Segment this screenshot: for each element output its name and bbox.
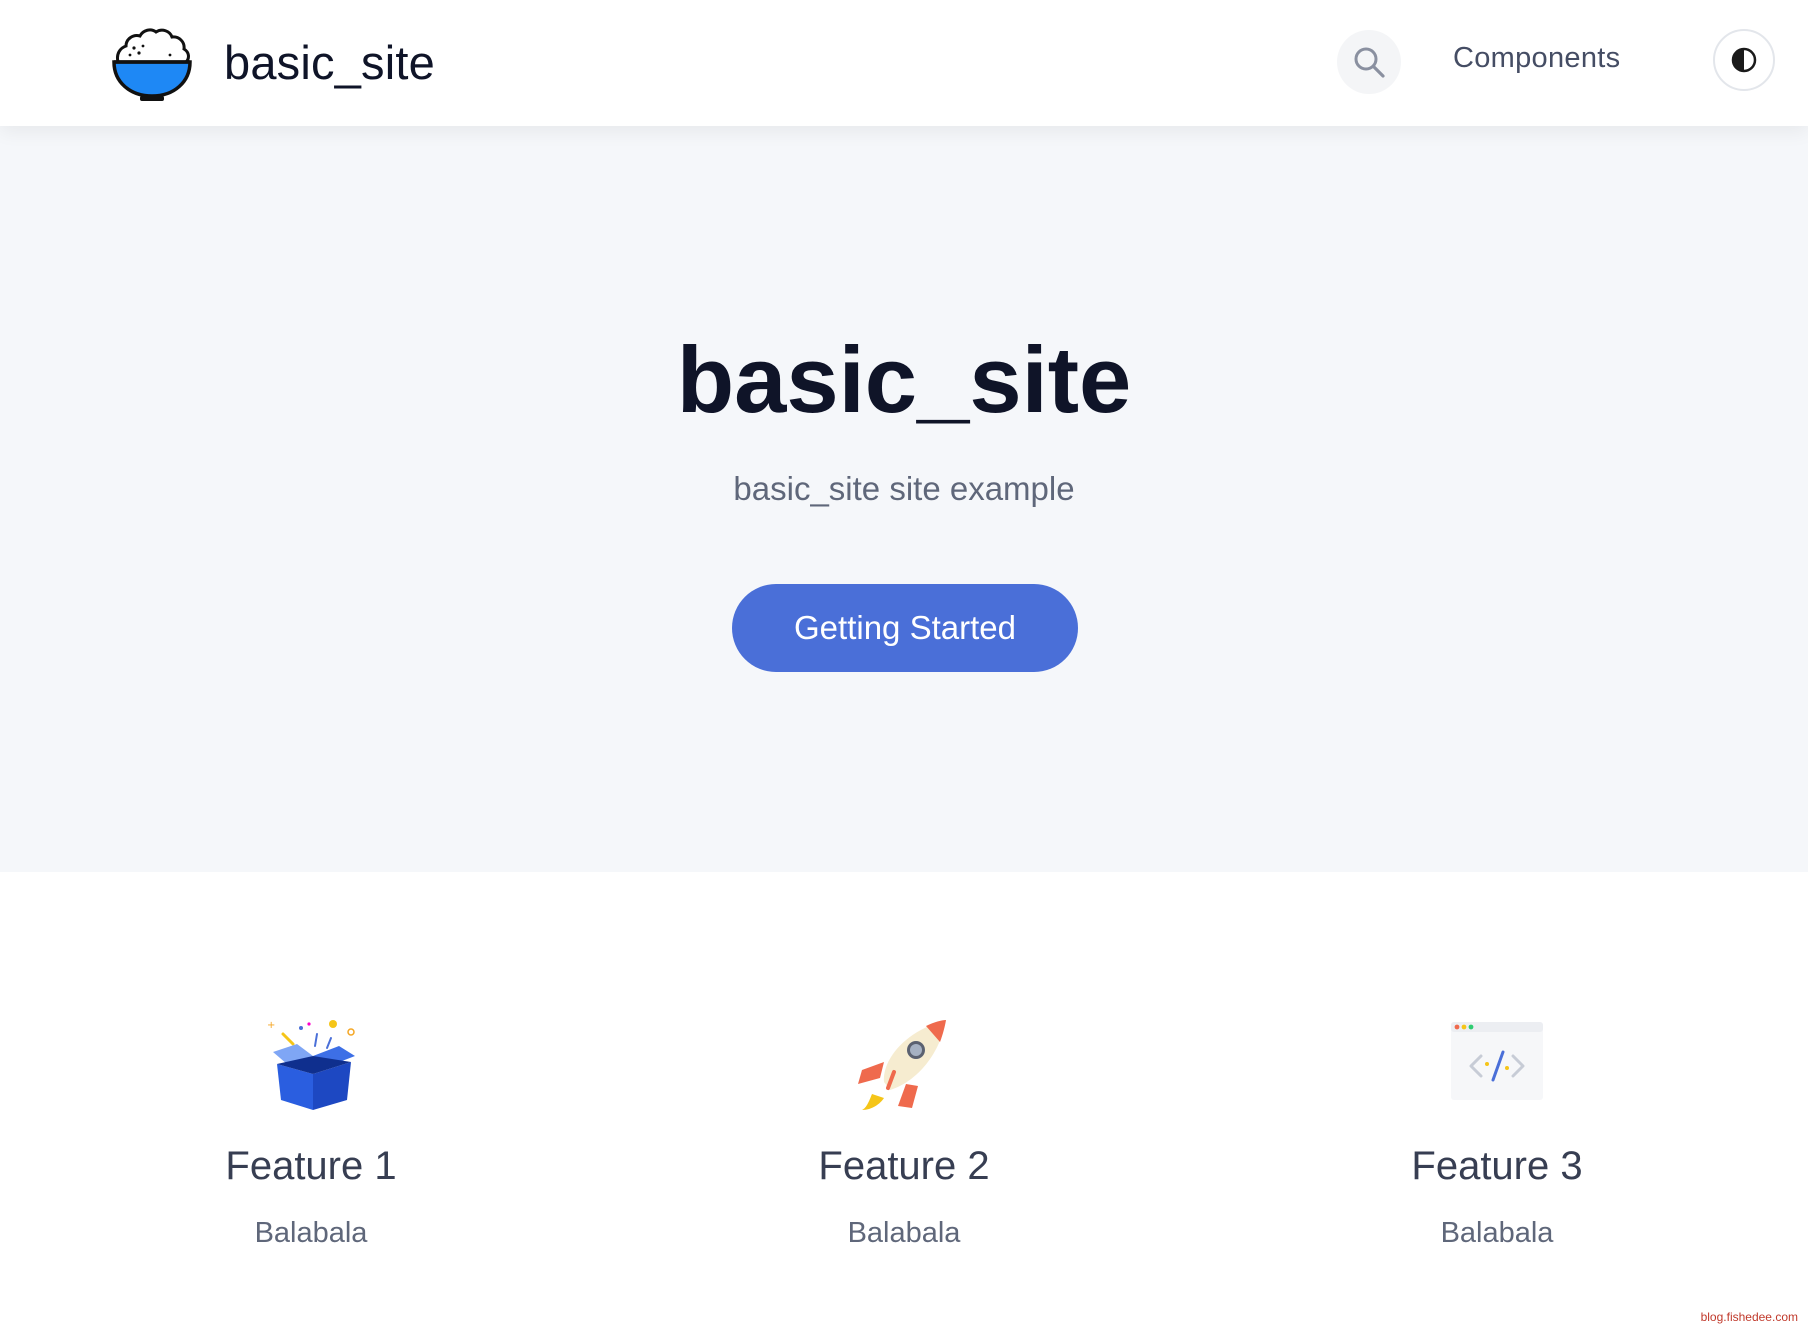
feature-description: Balabala <box>1440 1217 1554 1249</box>
nav-link-components[interactable]: Components <box>1453 42 1620 75</box>
rice-bowl-icon <box>112 28 192 101</box>
feature-title: Feature 3 <box>1411 1144 1583 1188</box>
brand-link[interactable]: basic_site <box>110 20 435 104</box>
feature-description: Balabala <box>847 1217 961 1249</box>
rocket-icon <box>858 1020 946 1110</box>
feature-description: Balabala <box>254 1217 368 1249</box>
contrast-icon <box>1731 47 1757 73</box>
svg-text:+: + <box>267 1020 275 1031</box>
search-icon <box>1354 47 1385 78</box>
feature-title: Feature 2 <box>818 1144 990 1188</box>
navbar: basic_site Components <box>0 0 1808 126</box>
search-button[interactable] <box>1337 30 1401 94</box>
theme-toggle-button[interactable] <box>1713 29 1775 91</box>
feature-card-1: + Feature 1 Balabala <box>111 1012 511 1250</box>
getting-started-button[interactable]: Getting Started <box>732 584 1078 672</box>
features-section: + Feature 1 Balabala Feature 2 Balabala … <box>0 872 1808 1334</box>
hero-title: basic_site <box>676 327 1132 432</box>
hero-section: basic_site basic_site site example Getti… <box>0 126 1808 872</box>
brand-title: basic_site <box>224 35 435 89</box>
feature-card-3: Feature 3 Balabala <box>1297 1012 1697 1250</box>
feature-title: Feature 1 <box>225 1144 397 1188</box>
feature-card-2: Feature 2 Balabala <box>704 1012 1104 1250</box>
gift-box-icon: + <box>267 1020 355 1110</box>
code-window-icon <box>1451 1022 1543 1100</box>
hero-subtitle: basic_site site example <box>733 470 1075 507</box>
watermark: blog.fishedee.com <box>1700 1310 1798 1324</box>
